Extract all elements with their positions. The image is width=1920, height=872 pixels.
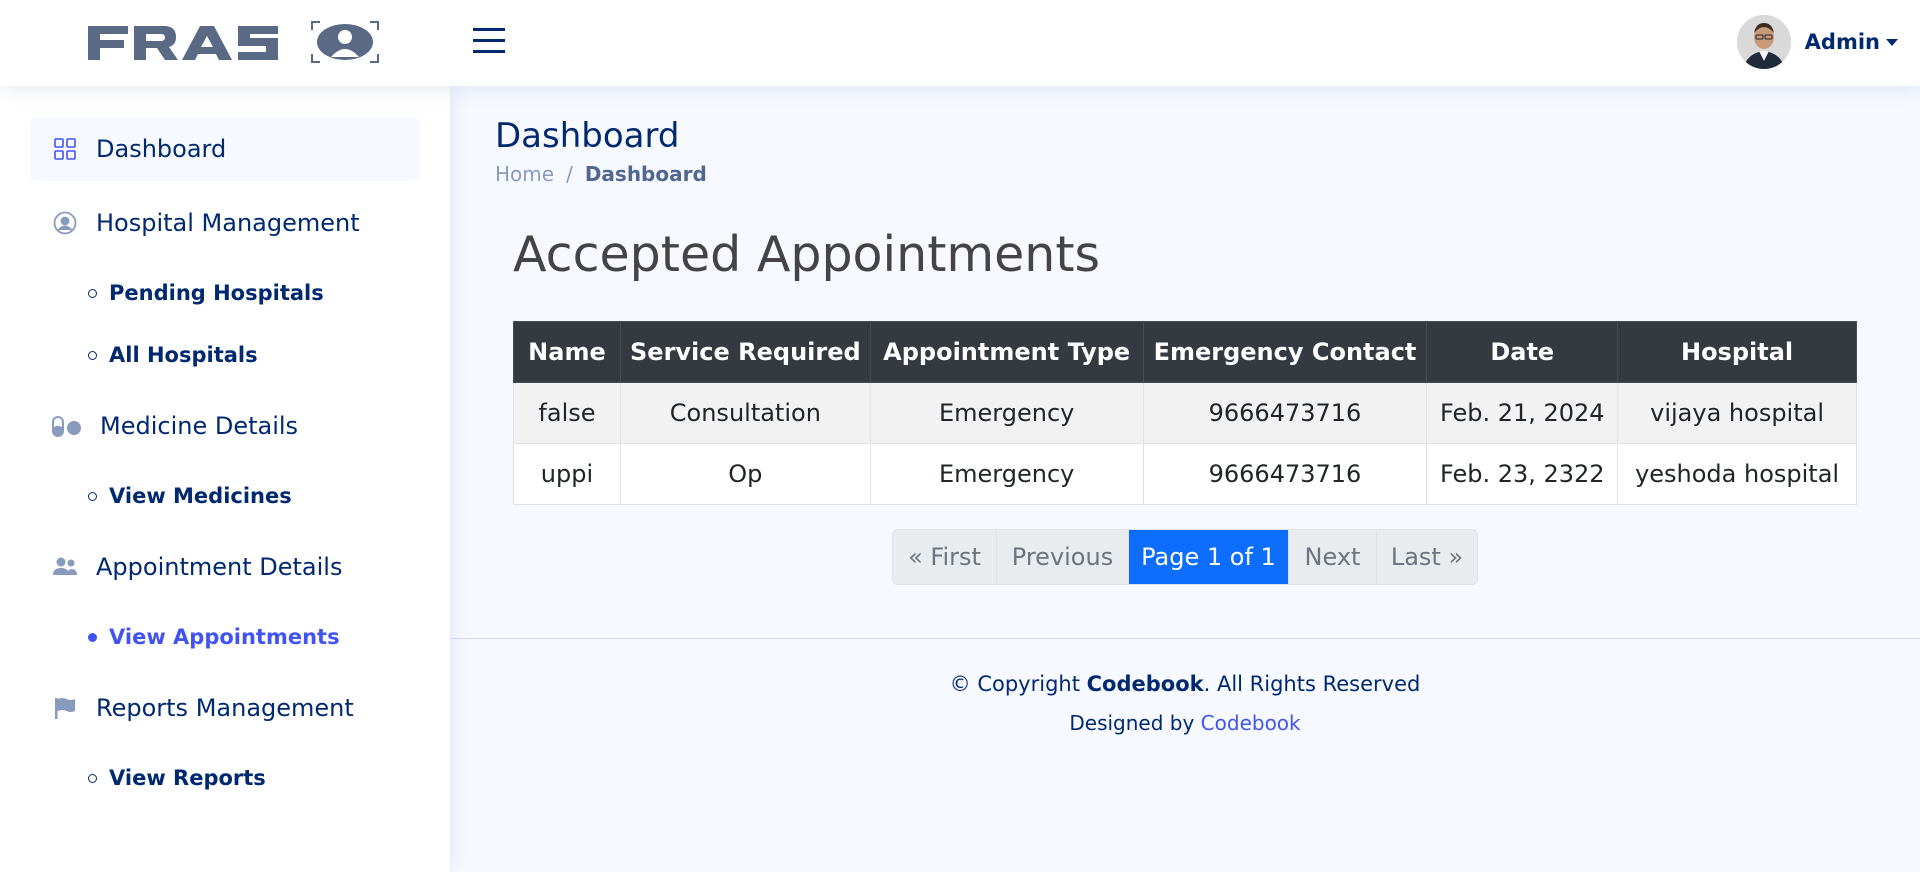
table-cell: false — [513, 382, 621, 444]
current-page-indicator: Page 1 of 1 — [1129, 530, 1289, 584]
sidebar-item-label: All Hospitals — [109, 343, 258, 367]
breadcrumb-separator: / — [566, 162, 573, 186]
last-page-button[interactable]: Last » — [1377, 530, 1477, 584]
table-cell: Emergency — [869, 382, 1144, 444]
breadcrumb-current: Dashboard — [584, 162, 707, 186]
column-header: Emergency Contact — [1142, 321, 1428, 383]
chevron-down-icon — [1886, 38, 1898, 46]
appointments-table: Name Service Required Appointment Type E… — [513, 321, 1857, 505]
capsule-icon — [52, 413, 82, 439]
sidebar-item-appointment-details[interactable]: Appointment Details — [30, 535, 420, 599]
column-header: Date — [1426, 321, 1619, 383]
designer-link[interactable]: Codebook — [1201, 711, 1301, 735]
column-header: Hospital — [1617, 321, 1857, 383]
avatar — [1736, 15, 1791, 69]
user-name: Admin — [1804, 30, 1880, 54]
copyright-brand: Codebook — [1086, 672, 1204, 696]
circle-icon — [88, 350, 97, 360]
credits-text: Designed by Codebook — [450, 711, 1920, 735]
sidebar-item-view-medicines[interactable]: View Medicines — [88, 478, 292, 514]
top-header: Admin — [0, 0, 1920, 86]
sidebar-item-view-appointments[interactable]: View Appointments — [88, 619, 340, 655]
sidebar: Dashboard Hospital Management Pending Ho… — [0, 86, 450, 872]
table-cell: Consultation — [619, 382, 871, 444]
sidebar-item-pending-hospitals[interactable]: Pending Hospitals — [88, 275, 324, 311]
table-cell: 9666473716 — [1142, 382, 1428, 444]
table-cell: 9666473716 — [1142, 443, 1428, 505]
person-circle-icon — [52, 210, 78, 236]
column-header: Name — [513, 321, 621, 383]
previous-page-button[interactable]: Previous — [997, 530, 1129, 584]
table-cell: yeshoda hospital — [1617, 443, 1857, 505]
sidebar-item-label: Pending Hospitals — [109, 281, 324, 305]
table-cell: uppi — [513, 443, 621, 505]
sidebar-item-label: Appointment Details — [96, 553, 343, 581]
page-title: Dashboard — [495, 116, 680, 156]
table-cell: Op — [619, 443, 871, 505]
next-page-button[interactable]: Next — [1289, 530, 1377, 584]
sidebar-item-reports-management[interactable]: Reports Management — [30, 676, 420, 740]
column-header: Service Required — [619, 321, 871, 383]
pagination: « First Previous Page 1 of 1 Next Last » — [892, 529, 1478, 585]
sidebar-toggle-icon[interactable] — [471, 24, 507, 58]
sidebar-item-dashboard[interactable]: Dashboard — [30, 117, 420, 181]
table-row: uppi Op Emergency 9666473716 Feb. 23, 23… — [513, 443, 1857, 505]
table-row: false Consultation Emergency 9666473716 … — [513, 382, 1857, 444]
circle-icon — [88, 491, 97, 501]
sidebar-item-label: View Appointments — [109, 625, 340, 649]
table-header-row: Name Service Required Appointment Type E… — [513, 321, 1857, 383]
sidebar-item-label: Dashboard — [96, 135, 227, 163]
sidebar-item-label: Reports Management — [96, 694, 354, 722]
first-page-button[interactable]: « First — [893, 530, 997, 584]
sidebar-item-label: View Medicines — [109, 484, 292, 508]
sidebar-item-label: Medicine Details — [100, 412, 299, 440]
profile-dropdown[interactable]: Admin — [1736, 15, 1898, 69]
table-cell: Feb. 21, 2024 — [1426, 382, 1619, 444]
footer-divider — [450, 638, 1920, 639]
table-cell: Emergency — [869, 443, 1144, 505]
designed-by-label: Designed by — [1069, 711, 1195, 735]
breadcrumb: Home / Dashboard — [495, 162, 707, 186]
circle-icon — [88, 288, 97, 298]
table-cell: vijaya hospital — [1617, 382, 1857, 444]
breadcrumb-home-link[interactable]: Home — [495, 162, 554, 186]
sidebar-item-hospital-management[interactable]: Hospital Management — [30, 191, 420, 255]
people-icon — [52, 554, 78, 580]
grid-icon — [52, 136, 78, 162]
sidebar-item-view-reports[interactable]: View Reports — [88, 760, 266, 796]
section-title: Accepted Appointments — [513, 226, 1101, 283]
sidebar-item-label: View Reports — [109, 766, 266, 790]
circle-icon — [88, 632, 97, 642]
sidebar-item-all-hospitals[interactable]: All Hospitals — [88, 337, 258, 373]
logo[interactable] — [88, 20, 393, 64]
circle-icon — [88, 773, 97, 783]
copyright-prefix: © Copyright — [949, 672, 1080, 696]
sidebar-item-medicine-details[interactable]: Medicine Details — [30, 394, 420, 458]
flag-icon — [52, 695, 78, 721]
sidebar-item-label: Hospital Management — [96, 209, 360, 237]
column-header: Appointment Type — [869, 321, 1144, 383]
table-cell: Feb. 23, 2322 — [1426, 443, 1619, 505]
copyright-text: © Copyright Codebook. All Rights Reserve… — [450, 672, 1920, 696]
copyright-suffix: . All Rights Reserved — [1203, 672, 1421, 696]
